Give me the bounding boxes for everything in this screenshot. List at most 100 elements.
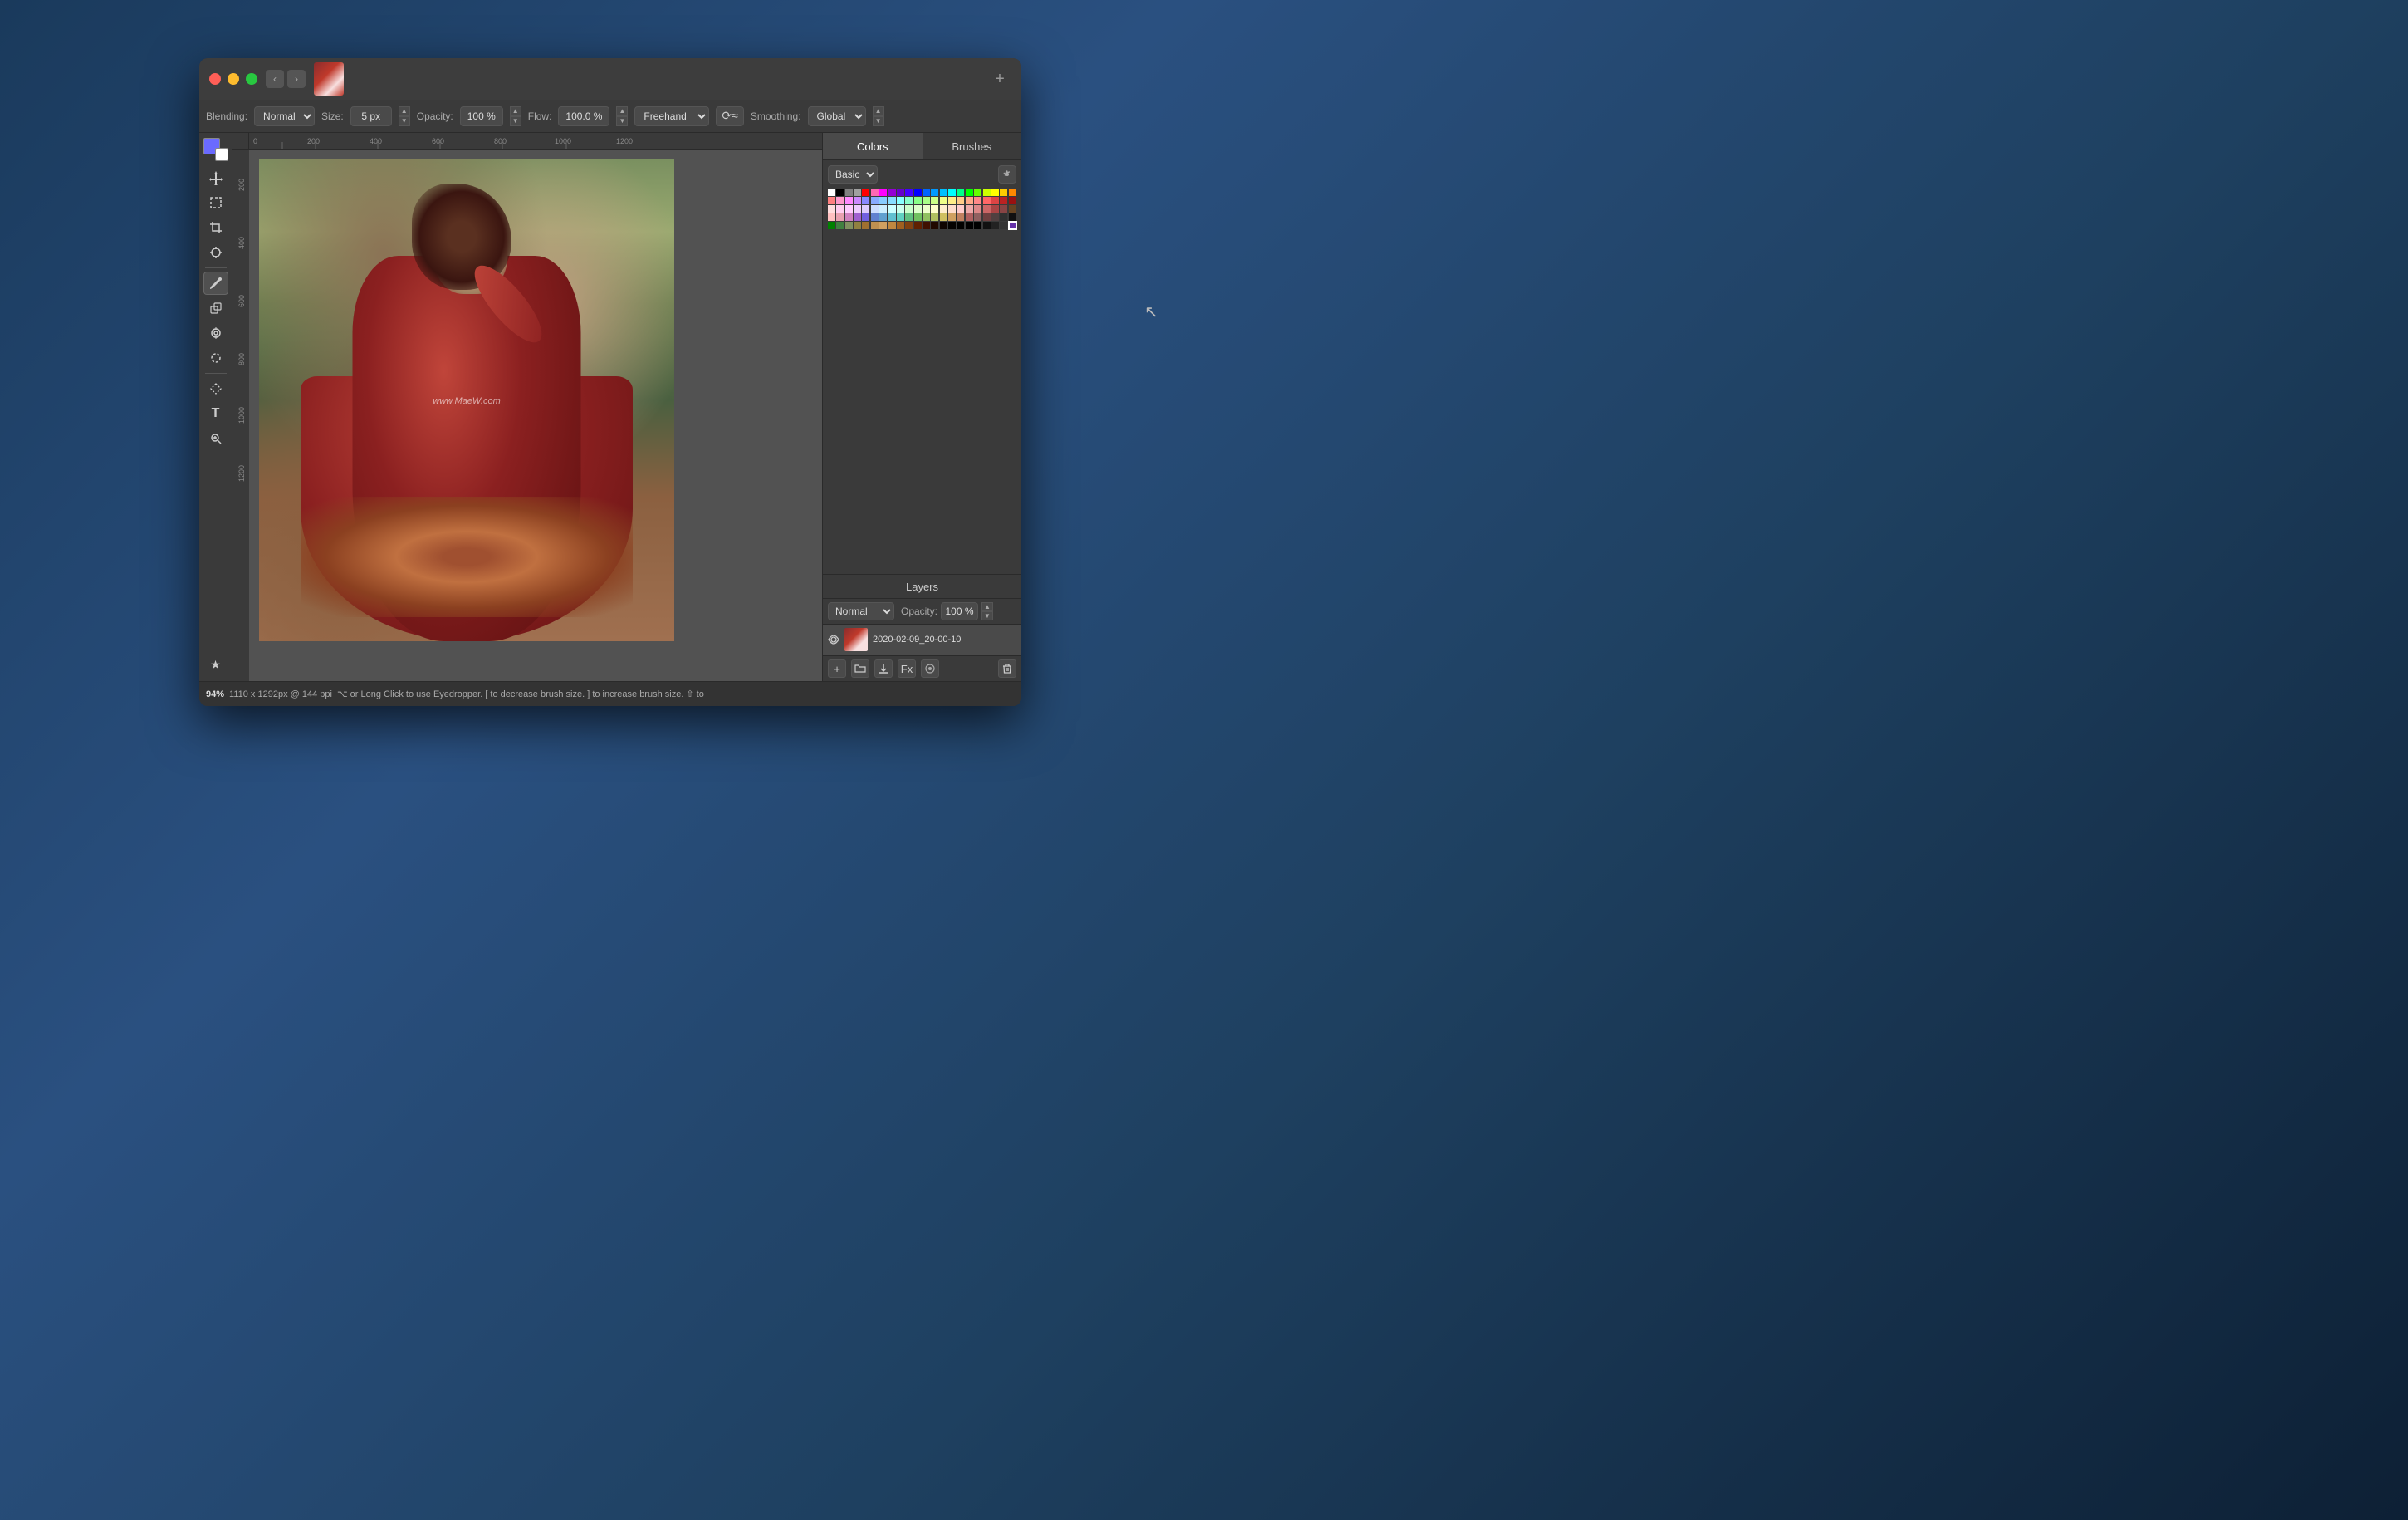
color-cell[interactable] bbox=[862, 213, 869, 221]
fx-button[interactable]: Fx bbox=[898, 659, 916, 678]
color-cell[interactable] bbox=[845, 189, 853, 196]
color-cell[interactable] bbox=[983, 189, 991, 196]
crop-tool[interactable] bbox=[203, 216, 228, 239]
color-cell[interactable] bbox=[1009, 205, 1016, 213]
smoothing-down-btn[interactable]: ▼ bbox=[873, 116, 884, 126]
add-layer-button[interactable]: + bbox=[828, 659, 846, 678]
maximize-button[interactable] bbox=[246, 73, 257, 85]
color-cell[interactable] bbox=[828, 222, 835, 229]
color-cell[interactable] bbox=[974, 205, 981, 213]
color-cell[interactable] bbox=[974, 213, 981, 221]
color-cell[interactable] bbox=[1009, 222, 1016, 229]
layers-blend-select[interactable]: Normal bbox=[828, 602, 894, 620]
size-stepper[interactable]: ▲ ▼ bbox=[399, 106, 410, 126]
color-cell[interactable] bbox=[905, 197, 913, 204]
text-tool[interactable]: T bbox=[203, 402, 228, 425]
color-cell[interactable] bbox=[854, 189, 861, 196]
color-cell[interactable] bbox=[948, 213, 956, 221]
tab-colors[interactable]: Colors bbox=[823, 133, 923, 159]
color-cell[interactable] bbox=[931, 213, 938, 221]
color-cell[interactable] bbox=[914, 213, 922, 221]
color-picker-tool[interactable] bbox=[203, 241, 228, 264]
retouch-tool[interactable] bbox=[203, 321, 228, 345]
back-arrow[interactable]: ‹ bbox=[266, 70, 284, 88]
close-button[interactable] bbox=[209, 73, 221, 85]
color-cell[interactable] bbox=[983, 205, 991, 213]
color-cell[interactable] bbox=[1000, 189, 1007, 196]
flow-input[interactable] bbox=[558, 106, 609, 126]
color-cell[interactable] bbox=[931, 189, 938, 196]
color-cell[interactable] bbox=[871, 213, 879, 221]
color-cell[interactable] bbox=[836, 222, 844, 229]
color-cell[interactable] bbox=[966, 222, 973, 229]
color-cell[interactable] bbox=[974, 222, 981, 229]
color-cell[interactable] bbox=[923, 197, 930, 204]
color-cell[interactable] bbox=[905, 189, 913, 196]
zoom-tool[interactable] bbox=[203, 427, 228, 450]
opacity-up-btn[interactable]: ▲ bbox=[510, 106, 521, 116]
color-cell[interactable] bbox=[828, 213, 835, 221]
layers-opacity-stepper[interactable]: ▲ ▼ bbox=[981, 602, 993, 620]
color-cell[interactable] bbox=[948, 205, 956, 213]
opacity-input[interactable] bbox=[460, 106, 503, 126]
smoothing-up-btn[interactable]: ▲ bbox=[873, 106, 884, 116]
add-group-button[interactable] bbox=[851, 659, 869, 678]
color-cell[interactable] bbox=[897, 222, 904, 229]
color-cell[interactable] bbox=[1000, 205, 1007, 213]
color-cell[interactable] bbox=[879, 222, 887, 229]
color-cell[interactable] bbox=[888, 205, 896, 213]
color-cell[interactable] bbox=[905, 205, 913, 213]
color-cell[interactable] bbox=[854, 213, 861, 221]
color-cell[interactable] bbox=[923, 205, 930, 213]
color-cell[interactable] bbox=[897, 189, 904, 196]
color-cell[interactable] bbox=[966, 205, 973, 213]
color-cell[interactable] bbox=[871, 189, 879, 196]
color-cell[interactable] bbox=[897, 197, 904, 204]
color-cell[interactable] bbox=[940, 197, 947, 204]
move-tool[interactable] bbox=[203, 166, 228, 189]
color-cell[interactable] bbox=[862, 189, 869, 196]
color-cell[interactable] bbox=[931, 222, 938, 229]
blending-select[interactable]: Normal bbox=[254, 106, 315, 126]
minimize-button[interactable] bbox=[228, 73, 239, 85]
color-cell[interactable] bbox=[871, 205, 879, 213]
color-cell[interactable] bbox=[888, 197, 896, 204]
color-cell[interactable] bbox=[1000, 222, 1007, 229]
paint-brush-tool[interactable] bbox=[203, 272, 228, 295]
color-cell[interactable] bbox=[879, 197, 887, 204]
tab-brushes[interactable]: Brushes bbox=[923, 133, 1022, 159]
color-cell[interactable] bbox=[828, 197, 835, 204]
color-cell[interactable] bbox=[1000, 213, 1007, 221]
download-layer-button[interactable] bbox=[874, 659, 893, 678]
color-cell[interactable] bbox=[845, 205, 853, 213]
size-input[interactable]: 5 px bbox=[350, 106, 392, 126]
document-thumbnail[interactable] bbox=[314, 62, 344, 96]
color-cell[interactable] bbox=[914, 222, 922, 229]
color-cell[interactable] bbox=[931, 205, 938, 213]
color-cell[interactable] bbox=[914, 205, 922, 213]
color-cell[interactable] bbox=[991, 213, 999, 221]
color-cell[interactable] bbox=[966, 189, 973, 196]
color-cell[interactable] bbox=[836, 197, 844, 204]
color-cell[interactable] bbox=[948, 189, 956, 196]
color-cell[interactable] bbox=[1000, 197, 1007, 204]
color-cell[interactable] bbox=[974, 189, 981, 196]
clone-stamp-tool[interactable] bbox=[203, 297, 228, 320]
add-tab-button[interactable]: + bbox=[988, 67, 1011, 91]
color-cell[interactable] bbox=[991, 197, 999, 204]
color-grid[interactable] bbox=[828, 189, 1016, 229]
color-cell[interactable] bbox=[957, 197, 964, 204]
color-cell[interactable] bbox=[948, 222, 956, 229]
color-cell[interactable] bbox=[871, 222, 879, 229]
size-up-btn[interactable]: ▲ bbox=[399, 106, 410, 116]
color-cell[interactable] bbox=[828, 205, 835, 213]
flow-down-btn[interactable]: ▼ bbox=[616, 116, 628, 126]
color-cell[interactable] bbox=[974, 197, 981, 204]
flow-up-btn[interactable]: ▲ bbox=[616, 106, 628, 116]
color-cell[interactable] bbox=[983, 222, 991, 229]
colors-settings-button[interactable] bbox=[998, 165, 1016, 184]
color-cell[interactable] bbox=[940, 205, 947, 213]
freehand-select[interactable]: Freehand bbox=[634, 106, 709, 126]
color-cell[interactable] bbox=[879, 205, 887, 213]
color-cell[interactable] bbox=[931, 197, 938, 204]
